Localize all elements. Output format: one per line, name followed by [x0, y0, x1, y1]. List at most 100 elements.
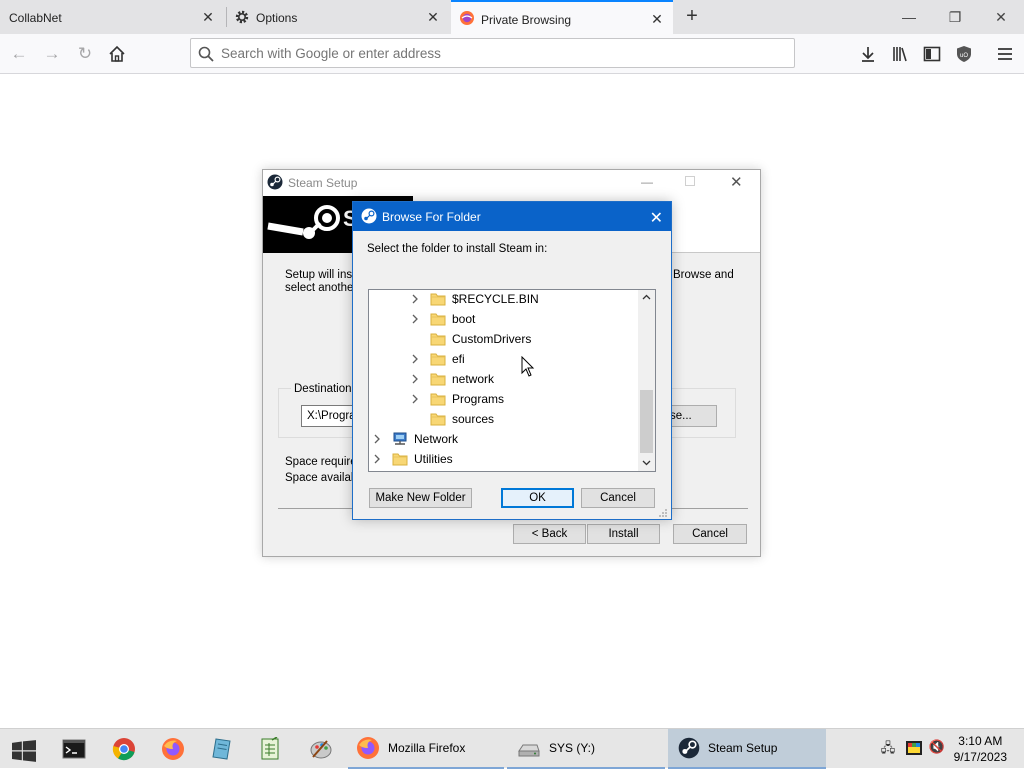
install-button[interactable]: Install: [587, 524, 660, 544]
chevron-right-icon[interactable]: [410, 314, 420, 324]
setup-titlebar: Steam Setup — ✕: [263, 170, 760, 196]
tree-item-label: Utilities: [414, 452, 453, 466]
scroll-down-icon[interactable]: [642, 460, 651, 466]
close-icon[interactable]: ✕: [425, 9, 441, 25]
chevron-right-icon[interactable]: [372, 434, 382, 444]
tree-item[interactable]: sources: [410, 409, 494, 429]
folder-icon: [430, 313, 446, 326]
address-bar[interactable]: [190, 38, 795, 68]
tab-label: Options: [256, 11, 298, 25]
library-button[interactable]: [888, 42, 912, 66]
ok-button[interactable]: OK: [501, 488, 574, 508]
taskbar-clock[interactable]: 3:10 AM 9/17/2023: [954, 733, 1007, 765]
address-input[interactable]: [221, 43, 781, 63]
download-icon: [862, 47, 874, 62]
close-button[interactable]: ✕: [730, 173, 743, 191]
private-browsing-icon: [460, 11, 474, 25]
space-required-label: Space require: [285, 456, 357, 468]
close-icon[interactable]: ✕: [650, 208, 663, 228]
taskbar-app-steam-setup[interactable]: Steam Setup: [668, 729, 826, 769]
menu-button[interactable]: [993, 42, 1017, 66]
setup-description: Setup will insta select another: [285, 269, 362, 295]
back-button[interactable]: ←: [7, 42, 31, 66]
paint-tool-icon[interactable]: [309, 737, 333, 761]
mouse-cursor-icon: [521, 356, 535, 377]
taskbar: Mozilla Firefox SYS (Y:) Steam Setup 🖧 🔇…: [0, 728, 1024, 769]
steam-icon: [678, 737, 700, 759]
maximize-button[interactable]: [685, 176, 695, 186]
close-icon[interactable]: ✕: [200, 9, 216, 25]
search-icon: [198, 46, 214, 62]
tab-options[interactable]: Options ✕: [227, 0, 451, 34]
window-close-button[interactable]: ✕: [992, 8, 1010, 26]
folder-icon: [430, 413, 446, 426]
chevron-right-icon[interactable]: [372, 454, 382, 464]
scrollbar-thumb[interactable]: [640, 390, 653, 453]
chevron-right-icon[interactable]: [410, 394, 420, 404]
chevron-right-icon[interactable]: [410, 374, 420, 384]
scroll-up-icon[interactable]: [642, 294, 651, 300]
description-line: Setup will insta: [285, 269, 362, 281]
cancel-button[interactable]: Cancel: [581, 488, 655, 508]
close-icon[interactable]: ✕: [649, 11, 665, 27]
new-tab-button[interactable]: +: [682, 6, 702, 26]
folder-tree[interactable]: $RECYCLE.BIN boot CustomDrivers efi network P…: [368, 289, 656, 472]
back-button[interactable]: < Back: [513, 524, 586, 544]
dialog-prompt: Select the folder to install Steam in:: [367, 243, 548, 255]
cancel-button[interactable]: Cancel: [673, 524, 747, 544]
tree-item[interactable]: boot: [410, 309, 475, 329]
tree-item[interactable]: Network: [372, 429, 458, 449]
folder-icon: [392, 453, 408, 466]
tab-label: Private Browsing: [481, 13, 572, 27]
svg-text:uO: uO: [960, 53, 968, 59]
tab-collabnet[interactable]: CollabNet ✕: [0, 0, 226, 34]
tree-item-label: Programs: [452, 392, 505, 406]
tab-private-browsing[interactable]: Private Browsing ✕: [451, 0, 673, 34]
browse-button[interactable]: se...: [667, 405, 717, 427]
tree-item[interactable]: CustomDrivers: [410, 329, 531, 349]
make-new-folder-button[interactable]: Make New Folder: [369, 488, 472, 508]
downloads-button[interactable]: [856, 42, 880, 66]
notebook-icon[interactable]: [210, 737, 234, 761]
resize-grip-icon[interactable]: [658, 508, 668, 518]
restore-button[interactable]: ❐: [946, 8, 964, 26]
taskbar-app-firefox[interactable]: Mozilla Firefox: [348, 729, 504, 769]
minimize-button[interactable]: —: [641, 175, 653, 189]
folder-icon: [430, 373, 446, 386]
network-tray-icon[interactable]: 🖧: [879, 739, 897, 757]
taskbar-app-sys-drive[interactable]: SYS (Y:): [507, 729, 665, 769]
sidebar-button[interactable]: [920, 42, 944, 66]
tree-item[interactable]: $RECYCLE.BIN: [410, 290, 539, 309]
setup-title: Steam Setup: [288, 176, 358, 190]
tree-item-label: Network: [414, 432, 459, 446]
folder-icon: [430, 393, 446, 406]
chrome-icon[interactable]: [112, 737, 136, 761]
spreadsheet-icon[interactable]: [258, 737, 282, 761]
volume-muted-icon[interactable]: 🔇: [928, 739, 946, 757]
destination-label: Destination: [291, 383, 355, 395]
chevron-right-icon[interactable]: [410, 354, 420, 364]
tree-item[interactable]: efi: [410, 349, 465, 369]
tree-item[interactable]: network: [410, 369, 494, 389]
setup-description-right: Browse and: [673, 269, 734, 281]
steam-icon: [267, 174, 283, 190]
reload-button[interactable]: ↻: [73, 42, 97, 66]
tab-label: CollabNet: [9, 11, 62, 25]
firefox-icon: [357, 737, 379, 759]
forward-button[interactable]: →: [40, 42, 64, 66]
tree-item[interactable]: Programs: [410, 389, 504, 409]
tree-item[interactable]: Utilities: [372, 449, 453, 469]
vertical-scrollbar[interactable]: [638, 290, 655, 471]
terminal-icon[interactable]: [62, 737, 86, 761]
tree-item-label: network: [452, 372, 495, 386]
minimize-button[interactable]: —: [900, 8, 918, 26]
network-icon: [393, 432, 407, 445]
windows-start-icon[interactable]: [12, 739, 36, 763]
dialog-title: Browse For Folder: [382, 210, 481, 224]
color-tray-icon[interactable]: [905, 739, 923, 757]
chevron-right-icon[interactable]: [410, 294, 420, 304]
home-button[interactable]: [105, 42, 129, 66]
extension-button[interactable]: uO: [952, 42, 976, 66]
firefox-icon[interactable]: [161, 737, 185, 761]
folder-icon: [430, 333, 446, 346]
